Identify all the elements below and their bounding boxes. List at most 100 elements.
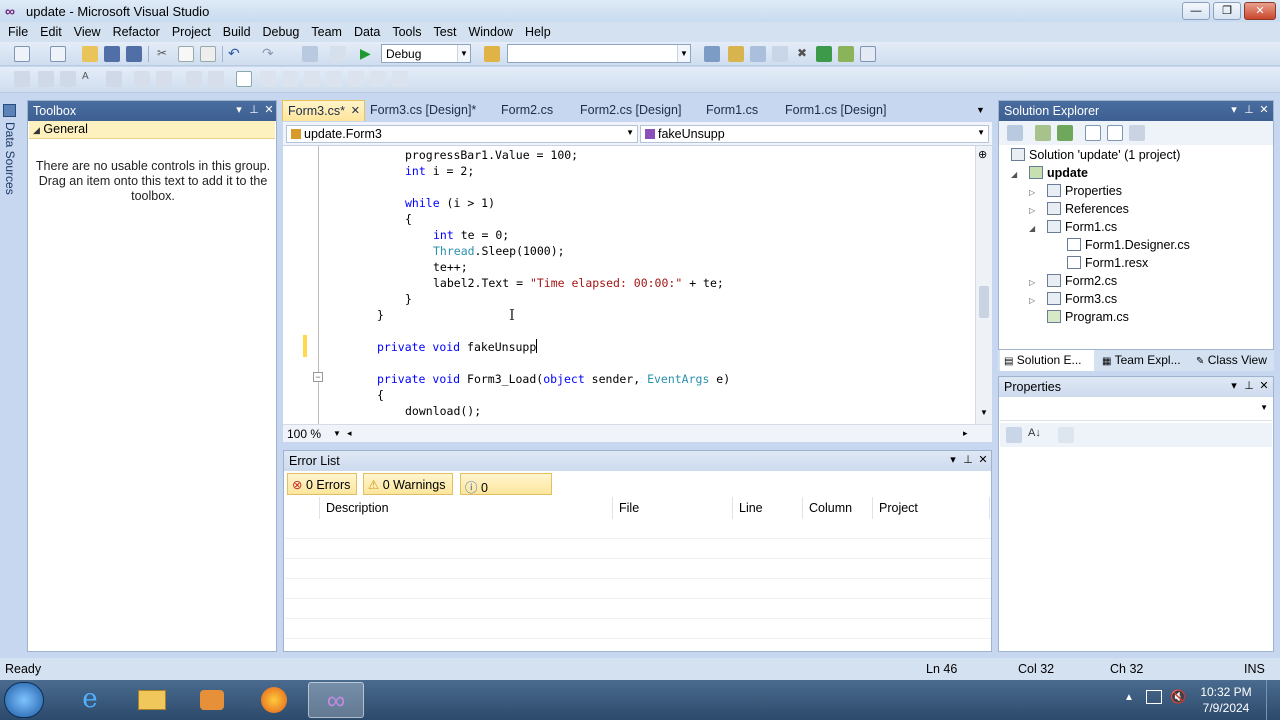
toolbox-group-general[interactable]: ◢ General [29, 121, 275, 139]
tree-properties[interactable]: Properties [1047, 184, 1122, 198]
column-header-line[interactable]: Line [733, 497, 803, 519]
tab-list-dropdown-icon[interactable]: ▼ [976, 105, 985, 115]
alphabetical-icon[interactable]: A↓ [1028, 427, 1044, 443]
paste-icon[interactable] [200, 46, 216, 62]
zoom-level[interactable]: 100 % [287, 427, 321, 441]
clock-date[interactable]: 7/9/2024 [1196, 701, 1256, 715]
close-icon[interactable]: ✕ [1257, 379, 1271, 392]
menu-window[interactable]: Window [462, 22, 518, 42]
firefox-icon[interactable] [246, 682, 302, 718]
close-icon[interactable]: ✕ [976, 453, 990, 466]
menu-test[interactable]: Test [428, 22, 463, 42]
properties-window-icon[interactable] [728, 46, 744, 62]
internet-explorer-icon[interactable]: e [62, 682, 118, 718]
clock-time[interactable]: 10:32 PM [1196, 685, 1256, 699]
uncomment-icon[interactable] [186, 71, 202, 87]
close-window-button[interactable]: ✕ [1244, 2, 1276, 20]
object-browser-icon[interactable] [750, 46, 766, 62]
property-pages-icon[interactable] [1058, 427, 1074, 443]
scroll-right-icon[interactable]: ▸ [963, 428, 968, 439]
start-page-icon[interactable] [816, 46, 832, 62]
expanded-triangle-icon[interactable]: ◢ [1011, 170, 1017, 179]
bookmark-icon[interactable] [208, 71, 224, 87]
collapsed-triangle-icon[interactable]: ▷ [1029, 206, 1035, 215]
window-position-icon[interactable]: ▾ [1227, 379, 1241, 392]
tab-form1-cs[interactable]: Form1.cs [701, 100, 763, 121]
minimize-button[interactable]: — [1182, 2, 1210, 20]
command-window-icon[interactable] [860, 46, 876, 62]
tab-form3-cs[interactable]: Form3.cs* ✕ [282, 100, 365, 121]
undo-icon[interactable]: ↶ [228, 46, 244, 62]
tab-solution-explorer[interactable]: ▤ Solution E... [1000, 350, 1094, 371]
tree-form1-resx[interactable]: Form1.resx [1067, 256, 1148, 270]
display-object-member-list-icon[interactable] [14, 71, 30, 87]
window-position-icon[interactable]: ▾ [1227, 103, 1241, 116]
menu-tools[interactable]: Tools [386, 22, 427, 42]
menu-help[interactable]: Help [519, 22, 557, 42]
close-icon[interactable]: ✕ [1257, 103, 1271, 116]
scroll-left-icon[interactable]: ◂ [347, 428, 352, 439]
menu-edit[interactable]: Edit [34, 22, 68, 42]
refresh-icon[interactable] [1057, 125, 1073, 141]
pin-icon[interactable]: ⊥ [1242, 379, 1256, 392]
menu-team[interactable]: Team [305, 22, 348, 42]
network-icon[interactable] [1146, 690, 1162, 704]
cut-icon[interactable]: ✂ [154, 46, 170, 62]
menu-file[interactable]: File [2, 22, 34, 42]
tab-form1-design[interactable]: Form1.cs [Design] [780, 100, 891, 121]
redo-icon[interactable]: ↷ [262, 46, 278, 62]
column-header-file[interactable]: File [613, 497, 733, 519]
split-icon[interactable]: ⊕ [978, 148, 987, 161]
menu-debug[interactable]: Debug [257, 22, 306, 42]
view-designer-icon[interactable] [1107, 125, 1123, 141]
find-in-files-icon[interactable] [484, 46, 500, 62]
solution-explorer-icon[interactable] [704, 46, 720, 62]
new-project-icon[interactable] [14, 46, 30, 62]
scroll-down-icon[interactable]: ▼ [980, 408, 988, 417]
solution-configuration-select[interactable]: Debug ▼ [381, 44, 471, 63]
data-sources-side-tab[interactable]: Data Sources [0, 100, 20, 650]
pin-icon[interactable]: ⊥ [1242, 103, 1256, 116]
open-file-icon[interactable] [82, 46, 98, 62]
tree-project[interactable]: update [1029, 166, 1088, 180]
save-icon[interactable] [104, 46, 120, 62]
decrease-indent-icon[interactable] [106, 71, 122, 87]
collapsed-triangle-icon[interactable]: ▷ [1029, 278, 1035, 287]
tree-form3-cs[interactable]: Form3.cs [1047, 292, 1117, 306]
next-bookmark-icon[interactable] [282, 71, 298, 87]
code-editor[interactable]: − progressBar1.Value = 100; int i = 2; whi… [283, 146, 992, 426]
file-explorer-icon[interactable] [124, 682, 180, 718]
start-debugging-icon[interactable]: ▶ [360, 46, 376, 62]
clear-bookmarks-icon[interactable] [392, 71, 408, 87]
next-bookmark-in-folder-icon[interactable] [326, 71, 342, 87]
warnings-filter-button[interactable]: ⚠ 0 Warnings [363, 473, 453, 495]
menu-refactor[interactable]: Refactor [107, 22, 166, 42]
properties-icon[interactable] [1007, 125, 1023, 141]
menu-build[interactable]: Build [217, 22, 257, 42]
pin-icon[interactable]: ⊥ [961, 453, 975, 466]
window-position-icon[interactable]: ▾ [232, 103, 246, 116]
expanded-triangle-icon[interactable]: ◢ [1029, 224, 1035, 233]
window-position-icon[interactable]: ▾ [946, 453, 960, 466]
start-button-icon[interactable] [4, 682, 44, 718]
tab-form2-cs[interactable]: Form2.cs [496, 100, 558, 121]
maximize-button[interactable]: ❐ [1213, 2, 1241, 20]
previous-bookmark-in-document-icon[interactable] [348, 71, 364, 87]
navigate-backward-icon[interactable] [302, 46, 318, 62]
view-code-icon[interactable] [1085, 125, 1101, 141]
tree-form1-designer[interactable]: Form1.Designer.cs [1067, 238, 1190, 252]
pin-icon[interactable]: ⊥ [247, 103, 261, 116]
add-item-icon[interactable] [50, 46, 66, 62]
display-word-completion-icon[interactable]: A [82, 71, 98, 87]
close-icon[interactable]: ✕ [262, 103, 276, 116]
tools-icon[interactable]: ✖ [794, 46, 810, 62]
volume-muted-icon[interactable]: 🔇 [1170, 689, 1186, 705]
categorized-icon[interactable] [1006, 427, 1022, 443]
tab-class-view[interactable]: ✎ Class View [1192, 350, 1271, 370]
display-quick-info-icon[interactable] [60, 71, 76, 87]
tree-solution[interactable]: Solution 'update' (1 project) [1011, 148, 1180, 162]
errors-filter-button[interactable]: ⊗ 0 Errors [287, 473, 357, 495]
member-dropdown[interactable]: fakeUnsupp ▼ [640, 125, 989, 143]
collapse-region-icon[interactable]: − [313, 372, 323, 382]
extension-manager-icon[interactable] [838, 46, 854, 62]
